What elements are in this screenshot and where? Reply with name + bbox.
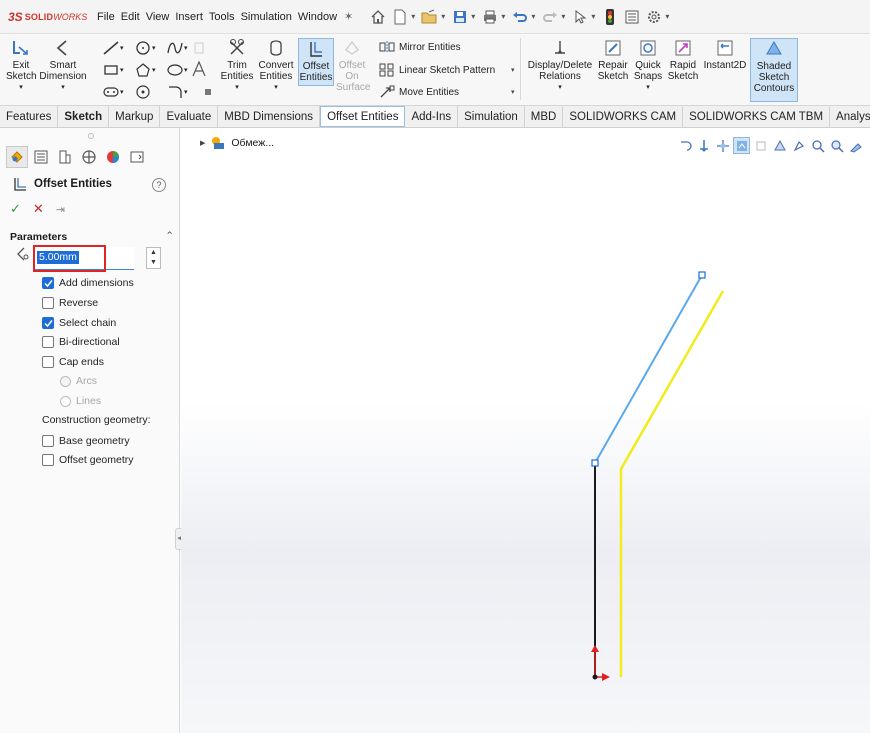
offset-preview-line xyxy=(619,290,725,677)
sketch-endpoint[interactable] xyxy=(591,459,599,467)
sketch-canvas xyxy=(591,271,725,681)
origin-point[interactable] xyxy=(592,674,598,680)
origin-y-arrow-icon xyxy=(591,645,599,652)
selected-angled-line[interactable] xyxy=(594,274,703,464)
solidworks-window: 3S SOLID WORKS File Edit View Insert Too… xyxy=(0,0,870,733)
origin-x-arrow-icon xyxy=(602,673,610,681)
sketch-endpoint[interactable] xyxy=(698,271,706,279)
